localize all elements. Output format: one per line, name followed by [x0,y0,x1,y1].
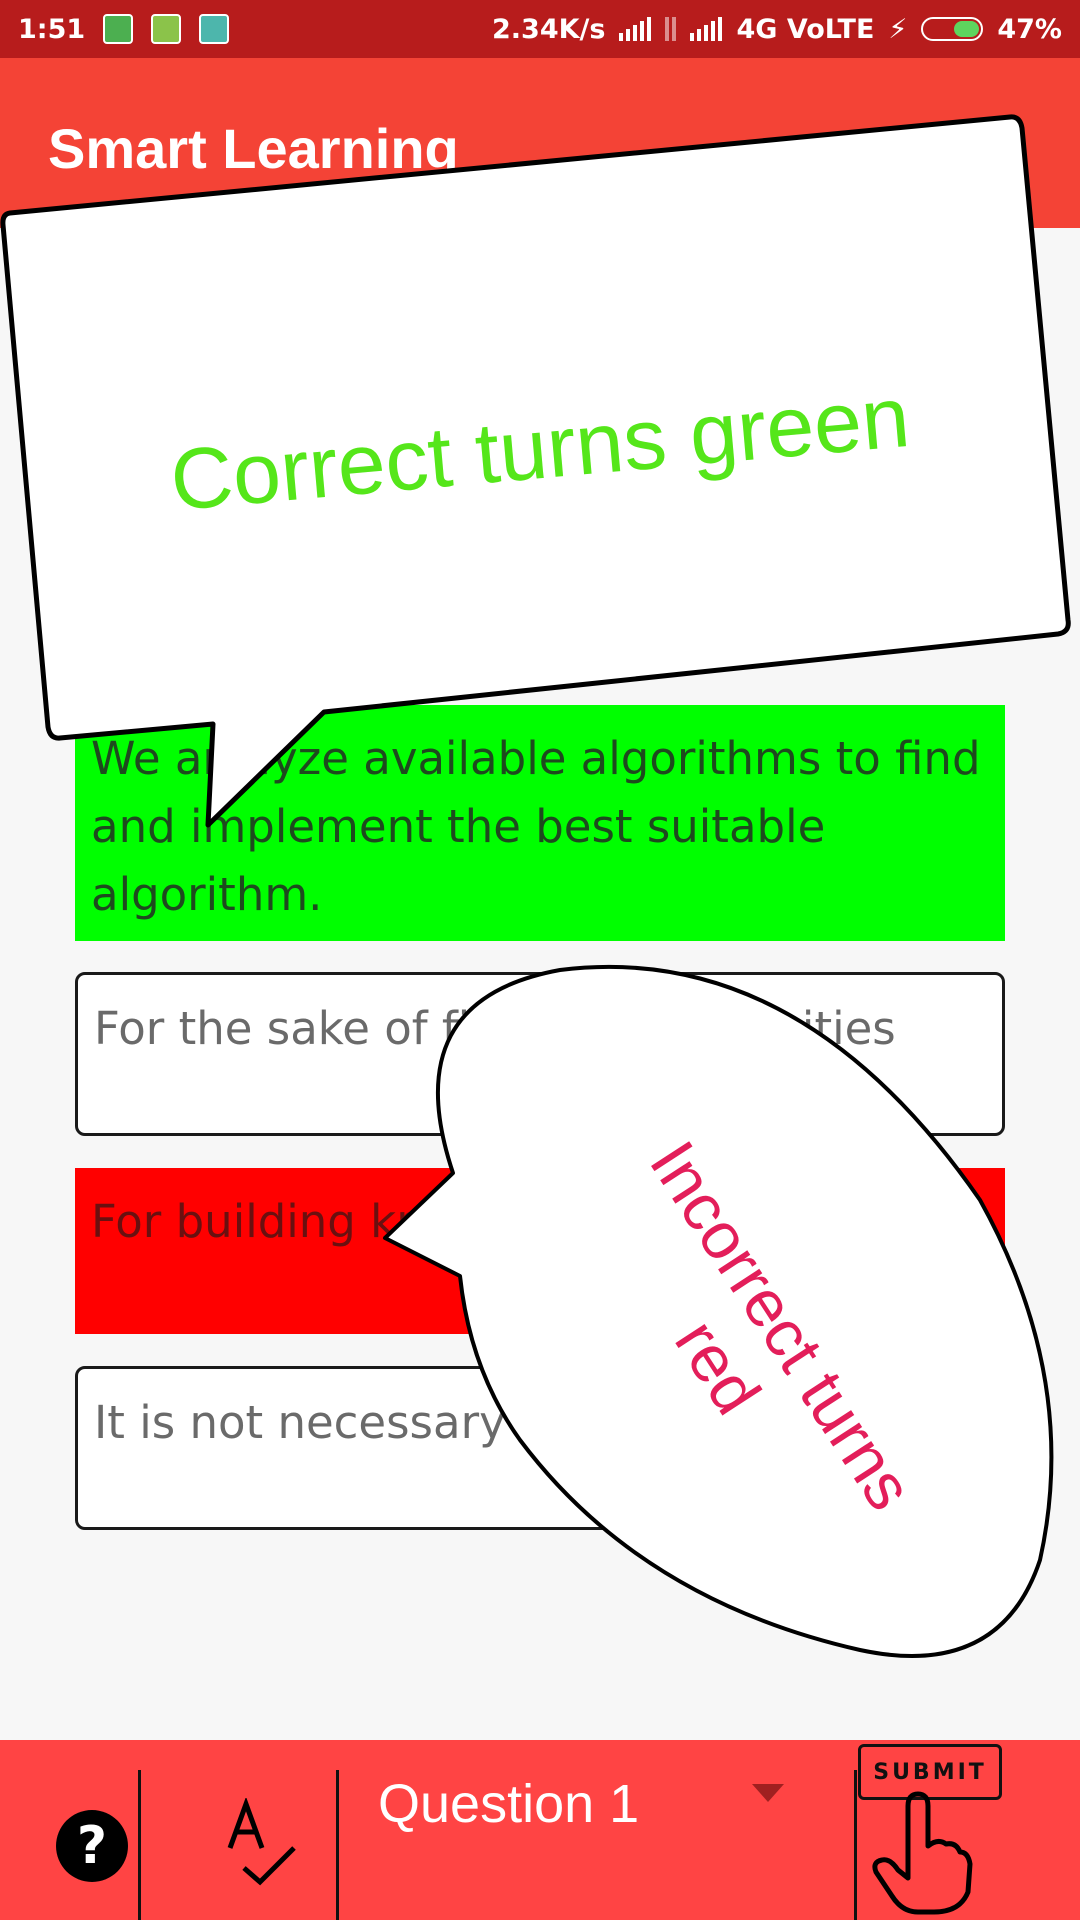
notification-battery-icon [151,14,182,44]
signal-icon-2 [690,17,723,41]
question-dropdown[interactable]: Question 1 [378,1764,798,1844]
charging-icon: ⚡ [888,13,908,45]
spellcheck-icon[interactable] [222,1798,302,1888]
answer-option-2[interactable]: For the sake of finding complexities [75,972,1005,1136]
callout-correct-text: Correct turns green [166,368,914,530]
divider [336,1770,339,1920]
signal-icon [619,17,652,41]
network-type: 4G VoLTE [736,13,875,45]
notification-android-icon [199,14,230,44]
question-icon[interactable]: ? [56,1810,128,1882]
question-dropdown-value: Question 1 [378,1774,640,1834]
status-time: 1:51 [18,13,86,45]
bottom-bar: ? Question 1 SUBMIT [0,1740,1080,1920]
net-speed: 2.34K/s [491,13,606,45]
hand-pointer-icon[interactable] [868,1786,978,1916]
answer-option-1[interactable]: We analyze available algorithms to find … [75,705,1005,941]
battery-icon [921,17,984,41]
battery-percent: 47% [997,13,1062,45]
app-title: Smart Learning [48,117,459,180]
battery-fill [954,21,980,37]
notification-map-icon [103,14,134,44]
status-bar: 1:51 2.34K/s 4G VoLTE ⚡ 47% [0,0,1080,58]
divider [854,1770,857,1920]
callout-overlay [0,114,1071,1658]
divider [138,1770,141,1920]
status-bar-left: 1:51 [0,13,230,45]
data-transfer-icon [665,17,677,41]
status-bar-right: 2.34K/s 4G VoLTE ⚡ 47% [492,14,1080,45]
answer-option-3[interactable]: For building knowledge of algorithms [75,1168,1005,1334]
chevron-down-icon[interactable] [752,1784,784,1802]
